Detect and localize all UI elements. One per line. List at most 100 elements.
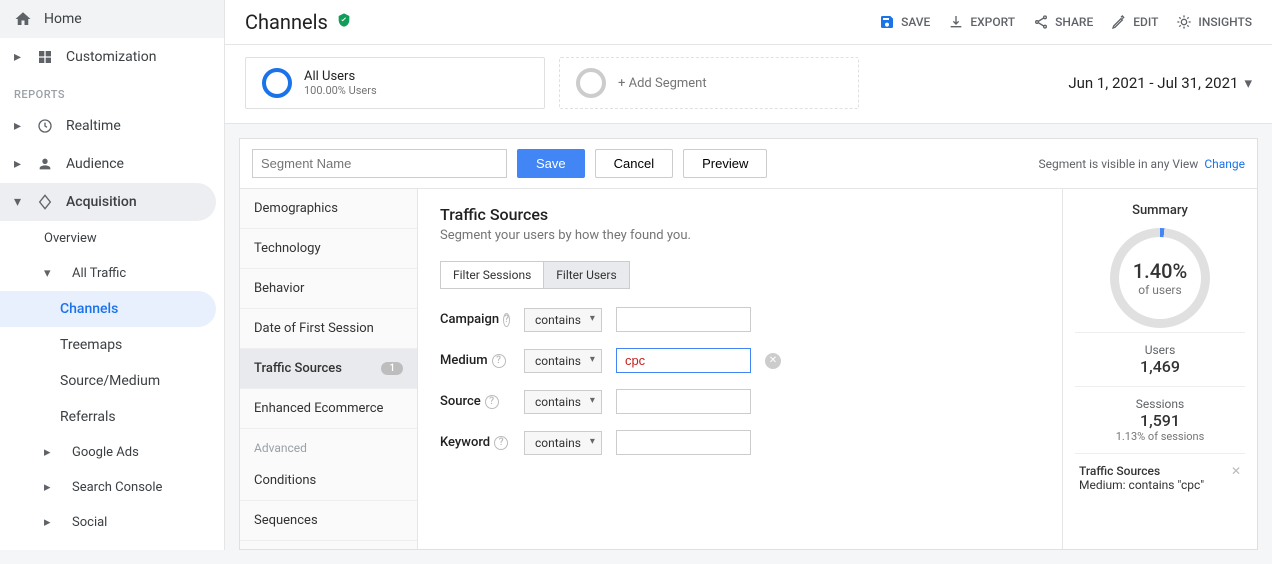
cat-conditions[interactable]: Conditions xyxy=(240,461,417,501)
export-label: EXPORT xyxy=(970,15,1015,29)
cat-demographics[interactable]: Demographics xyxy=(240,189,417,229)
chevron-right-icon: ▸ xyxy=(14,49,24,65)
segment-circle-icon xyxy=(576,68,606,98)
keyword-input[interactable] xyxy=(616,430,751,455)
field-medium: Medium? contains ✕ xyxy=(440,348,1040,373)
summary-donut: 1.40% of users xyxy=(1110,228,1210,328)
segment-visibility-change-link[interactable]: Change xyxy=(1204,157,1245,171)
summary-sessions-label: Sessions xyxy=(1075,397,1245,411)
insights-label: INSIGHTS xyxy=(1198,15,1252,29)
save-button[interactable]: SAVE xyxy=(879,14,930,30)
medium-input[interactable] xyxy=(616,348,751,373)
export-button[interactable]: EXPORT xyxy=(948,14,1015,30)
nav-acquisition[interactable]: ▾ Acquisition xyxy=(0,183,216,221)
summary-users-label: Users xyxy=(1075,343,1245,357)
share-label: SHARE xyxy=(1055,15,1093,29)
segment-editor: Save Cancel Preview Segment is visible i… xyxy=(239,138,1258,550)
segment-preview-button[interactable]: Preview xyxy=(683,149,767,178)
save-label: SAVE xyxy=(901,15,930,29)
nav-channels-label: Channels xyxy=(60,301,118,317)
summary-filter-title: Traffic Sources xyxy=(1079,464,1241,478)
help-icon[interactable]: ? xyxy=(503,313,510,327)
header: Channels SAVE EXPORT SHARE EDIT INSIGHTS xyxy=(225,0,1272,45)
nav-search-console-label: Search Console xyxy=(72,480,162,495)
chevron-down-icon: ▾ xyxy=(1244,74,1252,92)
cat-label: Behavior xyxy=(254,281,304,296)
summary-sessions-sub: 1.13% of sessions xyxy=(1075,430,1245,443)
nav-search-console[interactable]: ▸Search Console xyxy=(0,470,224,505)
cat-label: Date of First Session xyxy=(254,321,374,336)
nav-social[interactable]: ▸Social xyxy=(0,505,224,540)
nav-referrals[interactable]: Referrals xyxy=(0,399,224,435)
cat-traffic-sources[interactable]: Traffic Sources1 xyxy=(240,349,417,389)
segment-all-users[interactable]: All Users 100.00% Users xyxy=(245,57,545,109)
close-icon[interactable]: ✕ xyxy=(1231,464,1241,478)
source-input[interactable] xyxy=(616,389,751,414)
field-label: Campaign xyxy=(440,312,499,327)
nav-source-medium[interactable]: Source/Medium xyxy=(0,363,224,399)
clock-icon xyxy=(36,117,54,135)
operator-dropdown[interactable]: contains xyxy=(524,390,602,414)
cat-technology[interactable]: Technology xyxy=(240,229,417,269)
chevron-right-icon: ▸ xyxy=(44,445,54,460)
tab-filter-sessions[interactable]: Filter Sessions xyxy=(440,261,544,289)
nav-customization[interactable]: ▸ Customization xyxy=(0,38,224,76)
cat-sequences[interactable]: Sequences xyxy=(240,501,417,541)
nav-customization-label: Customization xyxy=(66,49,156,65)
acquisition-icon xyxy=(36,193,54,211)
cat-advanced-label: Advanced xyxy=(240,429,417,461)
nav-campaigns[interactable]: ▸Campaigns xyxy=(0,540,224,550)
segment-bar: All Users 100.00% Users + Add Segment Ju… xyxy=(225,45,1272,124)
clear-icon[interactable]: ✕ xyxy=(765,353,781,369)
nav-acquisition-label: Acquisition xyxy=(66,194,137,210)
nav-audience[interactable]: ▸ Audience xyxy=(0,145,224,183)
nav-realtime[interactable]: ▸ Realtime xyxy=(0,107,224,145)
home-icon xyxy=(14,10,32,28)
nav-google-ads[interactable]: ▸Google Ads xyxy=(0,435,224,470)
cat-enhanced-ecommerce[interactable]: Enhanced Ecommerce xyxy=(240,389,417,429)
nav-treemaps-label: Treemaps xyxy=(60,337,122,353)
nav-source-medium-label: Source/Medium xyxy=(60,373,160,389)
summary-filter-desc: Medium: contains "cpc" xyxy=(1079,478,1241,492)
sidebar: Home ▸ Customization REPORTS ▸ Realtime … xyxy=(0,0,225,550)
help-icon[interactable]: ? xyxy=(492,354,506,368)
nav-treemaps[interactable]: Treemaps xyxy=(0,327,224,363)
nav-channels[interactable]: Channels xyxy=(0,291,216,327)
summary-users-value: 1,469 xyxy=(1075,357,1245,376)
cat-date-first-session[interactable]: Date of First Session xyxy=(240,309,417,349)
nav-all-traffic-label: All Traffic xyxy=(72,266,126,281)
operator-dropdown[interactable]: contains xyxy=(524,308,602,332)
operator-dropdown[interactable]: contains xyxy=(524,431,602,455)
summary-panel: Summary 1.40% of users Users 1,469 xyxy=(1062,189,1257,549)
summary-title: Summary xyxy=(1075,203,1245,218)
share-button[interactable]: SHARE xyxy=(1033,14,1093,30)
operator-dropdown[interactable]: contains xyxy=(524,349,602,373)
nav-overview[interactable]: Overview xyxy=(0,221,224,256)
form-subtitle: Segment your users by how they found you… xyxy=(440,228,1040,243)
tab-filter-users[interactable]: Filter Users xyxy=(544,261,629,289)
nav-overview-label: Overview xyxy=(44,231,97,246)
field-label: Source xyxy=(440,394,481,409)
insights-icon xyxy=(1176,14,1192,30)
date-range-picker[interactable]: Jun 1, 2021 - Jul 31, 2021 ▾ xyxy=(1068,74,1252,92)
chevron-down-icon: ▾ xyxy=(14,194,24,210)
nav-home[interactable]: Home xyxy=(0,0,224,38)
main: Channels SAVE EXPORT SHARE EDIT INSIGHTS… xyxy=(225,0,1272,550)
nav-referrals-label: Referrals xyxy=(60,409,116,425)
help-icon[interactable]: ? xyxy=(494,436,508,450)
field-label: Keyword xyxy=(440,435,490,450)
insights-button[interactable]: INSIGHTS xyxy=(1176,14,1252,30)
verified-shield-icon xyxy=(336,12,352,32)
cat-behavior[interactable]: Behavior xyxy=(240,269,417,309)
segment-circle-icon xyxy=(262,68,292,98)
edit-button[interactable]: EDIT xyxy=(1111,14,1158,30)
nav-all-traffic[interactable]: ▾All Traffic xyxy=(0,256,224,291)
add-segment-button[interactable]: + Add Segment xyxy=(559,57,859,109)
segment-name-input[interactable] xyxy=(252,149,507,178)
campaign-input[interactable] xyxy=(616,307,751,332)
edit-label: EDIT xyxy=(1133,15,1158,29)
segment-save-button[interactable]: Save xyxy=(517,149,585,178)
help-icon[interactable]: ? xyxy=(485,395,499,409)
segment-cancel-button[interactable]: Cancel xyxy=(595,149,673,178)
nav-audience-label: Audience xyxy=(66,156,124,172)
